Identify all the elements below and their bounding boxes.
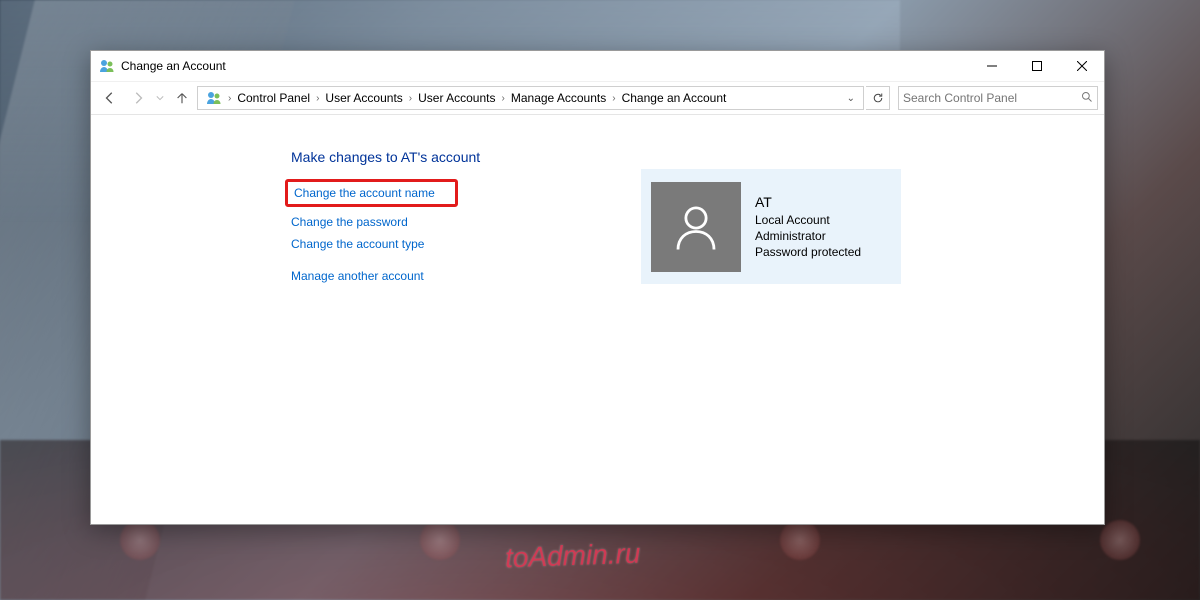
breadcrumb-item[interactable]: User Accounts xyxy=(321,91,406,105)
content-area: Make changes to AT's account Change the … xyxy=(91,115,1104,524)
background-decor xyxy=(1100,520,1140,560)
account-card[interactable]: AT Local Account Administrator Password … xyxy=(641,169,901,284)
account-name: AT xyxy=(755,193,861,212)
background-decor xyxy=(120,520,160,560)
change-account-name-link[interactable]: Change the account name xyxy=(294,186,435,200)
control-panel-window: Change an Account xyxy=(90,50,1105,525)
manage-another-account-link[interactable]: Manage another account xyxy=(291,269,424,283)
titlebar[interactable]: Change an Account xyxy=(91,51,1104,81)
user-accounts-icon xyxy=(206,90,222,106)
user-avatar-icon xyxy=(651,182,741,272)
annotation-highlight: Change the account name xyxy=(285,179,458,207)
navigation-bar: › Control Panel › User Accounts › User A… xyxy=(91,81,1104,115)
page-heading: Make changes to AT's account xyxy=(291,149,591,165)
breadcrumb-item[interactable]: User Accounts xyxy=(414,91,499,105)
breadcrumb-item[interactable]: Control Panel xyxy=(233,91,314,105)
change-password-link[interactable]: Change the password xyxy=(291,215,408,229)
close-button[interactable] xyxy=(1059,51,1104,81)
change-account-type-link[interactable]: Change the account type xyxy=(291,237,424,251)
back-button[interactable] xyxy=(97,85,123,111)
window-title: Change an Account xyxy=(121,59,226,73)
search-box[interactable] xyxy=(898,86,1098,110)
search-input[interactable] xyxy=(903,91,1081,105)
account-role: Administrator xyxy=(755,228,861,244)
breadcrumb-item[interactable]: Change an Account xyxy=(618,91,731,105)
background-decor xyxy=(780,520,820,560)
chevron-down-icon[interactable]: ⌄ xyxy=(847,93,859,104)
refresh-button[interactable] xyxy=(866,86,890,110)
chevron-right-icon[interactable]: › xyxy=(314,93,321,104)
user-accounts-icon xyxy=(99,58,115,74)
recent-locations-chevron[interactable] xyxy=(153,85,167,111)
chevron-right-icon[interactable]: › xyxy=(226,93,233,104)
search-icon[interactable] xyxy=(1081,91,1093,106)
forward-button[interactable] xyxy=(125,85,151,111)
watermark-text: toAdmin.ru xyxy=(504,538,640,575)
minimize-button[interactable] xyxy=(969,51,1014,81)
chevron-right-icon[interactable]: › xyxy=(610,93,617,104)
maximize-button[interactable] xyxy=(1014,51,1059,81)
background-decor xyxy=(420,520,460,560)
account-protection: Password protected xyxy=(755,244,861,260)
chevron-right-icon[interactable]: › xyxy=(500,93,507,104)
up-button[interactable] xyxy=(169,85,195,111)
chevron-right-icon[interactable]: › xyxy=(407,93,414,104)
address-bar[interactable]: › Control Panel › User Accounts › User A… xyxy=(197,86,864,110)
account-type: Local Account xyxy=(755,212,861,228)
breadcrumb-item[interactable]: Manage Accounts xyxy=(507,91,610,105)
